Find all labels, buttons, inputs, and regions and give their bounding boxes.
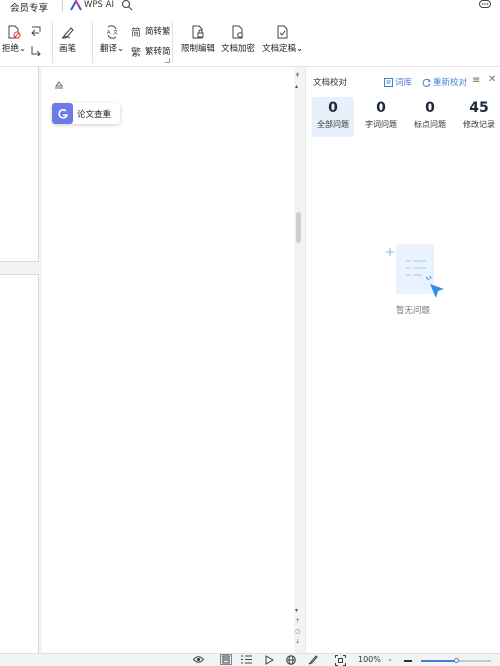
brush-icon[interactable] xyxy=(308,655,318,666)
ribbon-divider xyxy=(92,21,93,63)
to-traditional-button[interactable]: 简 简转繁 xyxy=(131,25,171,38)
tab-wps-ai[interactable]: WPS AI xyxy=(84,0,114,10)
svg-text:简: 简 xyxy=(131,26,141,37)
stat-word-issues[interactable]: 0 字词问题 xyxy=(360,97,402,137)
zoom-slider-fill xyxy=(421,660,456,662)
document-check-icon xyxy=(277,25,288,39)
stat-label: 修改记录 xyxy=(463,120,495,129)
svg-text:繁: 繁 xyxy=(131,46,141,57)
stat-value: 0 xyxy=(425,100,435,116)
paper-check-icon xyxy=(52,103,73,124)
next-change-icon xyxy=(31,46,41,56)
menu-icon[interactable]: ≡ xyxy=(472,75,480,86)
restrict-edit-label: 限制编辑 xyxy=(181,44,216,54)
stat-value: 0 xyxy=(376,100,386,116)
svg-text:A: A xyxy=(107,30,111,36)
scroll-down-icon[interactable]: ▾ xyxy=(295,607,298,614)
ribbon-divider xyxy=(52,21,53,63)
encrypt-button[interactable]: 文档加密 xyxy=(221,25,255,54)
book-icon xyxy=(384,77,393,87)
scroll-up-icon[interactable]: ▴ xyxy=(295,83,298,90)
stat-all-issues[interactable]: 0 全部问题 xyxy=(312,97,354,137)
close-icon[interactable]: ✕ xyxy=(488,74,496,85)
recheck-button[interactable]: 重新校对 xyxy=(422,76,467,88)
eye-icon[interactable] xyxy=(192,655,205,666)
encrypt-label: 文档加密 xyxy=(221,44,256,54)
collapse-icon[interactable] xyxy=(54,80,64,92)
stat-value: 0 xyxy=(328,100,338,116)
pen-label: 画笔 xyxy=(59,44,77,54)
finalize-label: 文档定稿⌄ xyxy=(262,44,304,54)
tab-divider xyxy=(62,0,63,12)
document-area xyxy=(0,67,305,653)
proofread-panel: 文档校对 词库 重新校对 ≡ ✕ 0 全部问题 0 字词问题 0 标点问题 45… xyxy=(305,67,500,653)
panel-title: 文档校对 xyxy=(313,78,348,88)
empty-state-illustration-icon xyxy=(386,244,446,304)
outline-icon[interactable] xyxy=(241,655,252,666)
document-reject-icon xyxy=(8,25,21,39)
zoom-level[interactable]: 100% xyxy=(358,655,381,664)
svg-text:文: 文 xyxy=(113,29,118,36)
next-page-icon[interactable]: ⇣ xyxy=(295,638,300,645)
empty-state-label: 暂无问题 xyxy=(396,306,431,316)
prev-change-icon xyxy=(31,26,41,37)
stat-label: 全部问题 xyxy=(317,120,349,129)
stat-label: 标点问题 xyxy=(414,120,446,129)
status-bar: 100% ⌄ xyxy=(0,653,500,666)
document-page-thumb xyxy=(0,67,39,262)
ciku-button[interactable]: 词库 xyxy=(384,76,412,88)
paper-check-button[interactable]: 论文查重 xyxy=(52,103,120,124)
reject-label: 拒绝⌄ xyxy=(2,44,27,54)
ribbon-toolbar: 拒绝⌄ 画笔 A文 翻译⌄ 简 简转繁 繁 繁转简 限制编辑 文档加密 文档定稿… xyxy=(0,17,500,67)
next-change-button[interactable] xyxy=(30,44,42,56)
prev-page-icon[interactable]: ⇡ xyxy=(295,618,300,625)
ribbon-divider xyxy=(172,21,173,63)
prev-change-button[interactable] xyxy=(30,25,42,37)
pen-icon xyxy=(61,27,74,39)
vertical-scrollbar-thumb[interactable] xyxy=(296,212,301,243)
fit-page-icon[interactable] xyxy=(335,655,346,666)
stat-value: 45 xyxy=(469,100,489,116)
refresh-icon xyxy=(422,78,431,87)
tab-member[interactable]: 会员专享 xyxy=(10,0,48,14)
to-traditional-label: 简转繁 xyxy=(145,27,171,37)
dialog-launcher-icon[interactable] xyxy=(165,58,170,63)
scroll-top-icon[interactable]: ⇞ xyxy=(295,72,300,79)
select-browse-object-icon[interactable]: ○ xyxy=(295,628,300,635)
globe-icon[interactable] xyxy=(286,655,296,666)
translate-button[interactable]: A文 翻译⌄ xyxy=(100,25,124,54)
finalize-button[interactable]: 文档定稿⌄ xyxy=(262,25,303,54)
document-lock-icon xyxy=(232,25,243,39)
document-page-thumb xyxy=(0,274,39,653)
simplified-chinese-icon: 繁 xyxy=(131,46,141,57)
traditional-chinese-icon: 简 xyxy=(131,26,141,37)
translate-icon: A文 xyxy=(107,25,118,39)
zoom-slider[interactable] xyxy=(421,658,491,663)
reject-button[interactable]: 拒绝⌄ xyxy=(2,25,26,54)
wps-ai-logo-icon xyxy=(70,0,82,14)
pen-button[interactable]: 画笔 xyxy=(59,25,76,54)
tab-bar: 会员专享 WPS AI xyxy=(0,0,500,17)
to-simplified-button[interactable]: 繁 繁转简 xyxy=(131,45,171,58)
zoom-out-icon[interactable] xyxy=(404,660,412,662)
ciku-label: 词库 xyxy=(395,78,413,88)
page-view-icon[interactable] xyxy=(220,654,232,666)
stat-punctuation-issues[interactable]: 0 标点问题 xyxy=(409,97,451,137)
stat-label: 字词问题 xyxy=(365,120,397,129)
comment-icon[interactable] xyxy=(479,0,491,12)
to-simplified-label: 繁转简 xyxy=(145,47,171,57)
document-page[interactable] xyxy=(42,67,294,653)
restrict-edit-button[interactable]: 限制编辑 xyxy=(181,25,215,54)
stat-revision-records[interactable]: 45 修改记录 xyxy=(458,97,500,137)
restrict-edit-icon xyxy=(192,25,204,39)
play-icon[interactable] xyxy=(265,655,275,666)
paper-check-label: 论文查重 xyxy=(77,109,112,120)
chevron-down-icon[interactable]: ⌄ xyxy=(387,655,393,663)
translate-label: 翻译⌄ xyxy=(100,44,125,54)
zoom-slider-handle[interactable] xyxy=(454,658,459,663)
search-icon[interactable] xyxy=(121,0,133,14)
recheck-label: 重新校对 xyxy=(433,78,468,88)
